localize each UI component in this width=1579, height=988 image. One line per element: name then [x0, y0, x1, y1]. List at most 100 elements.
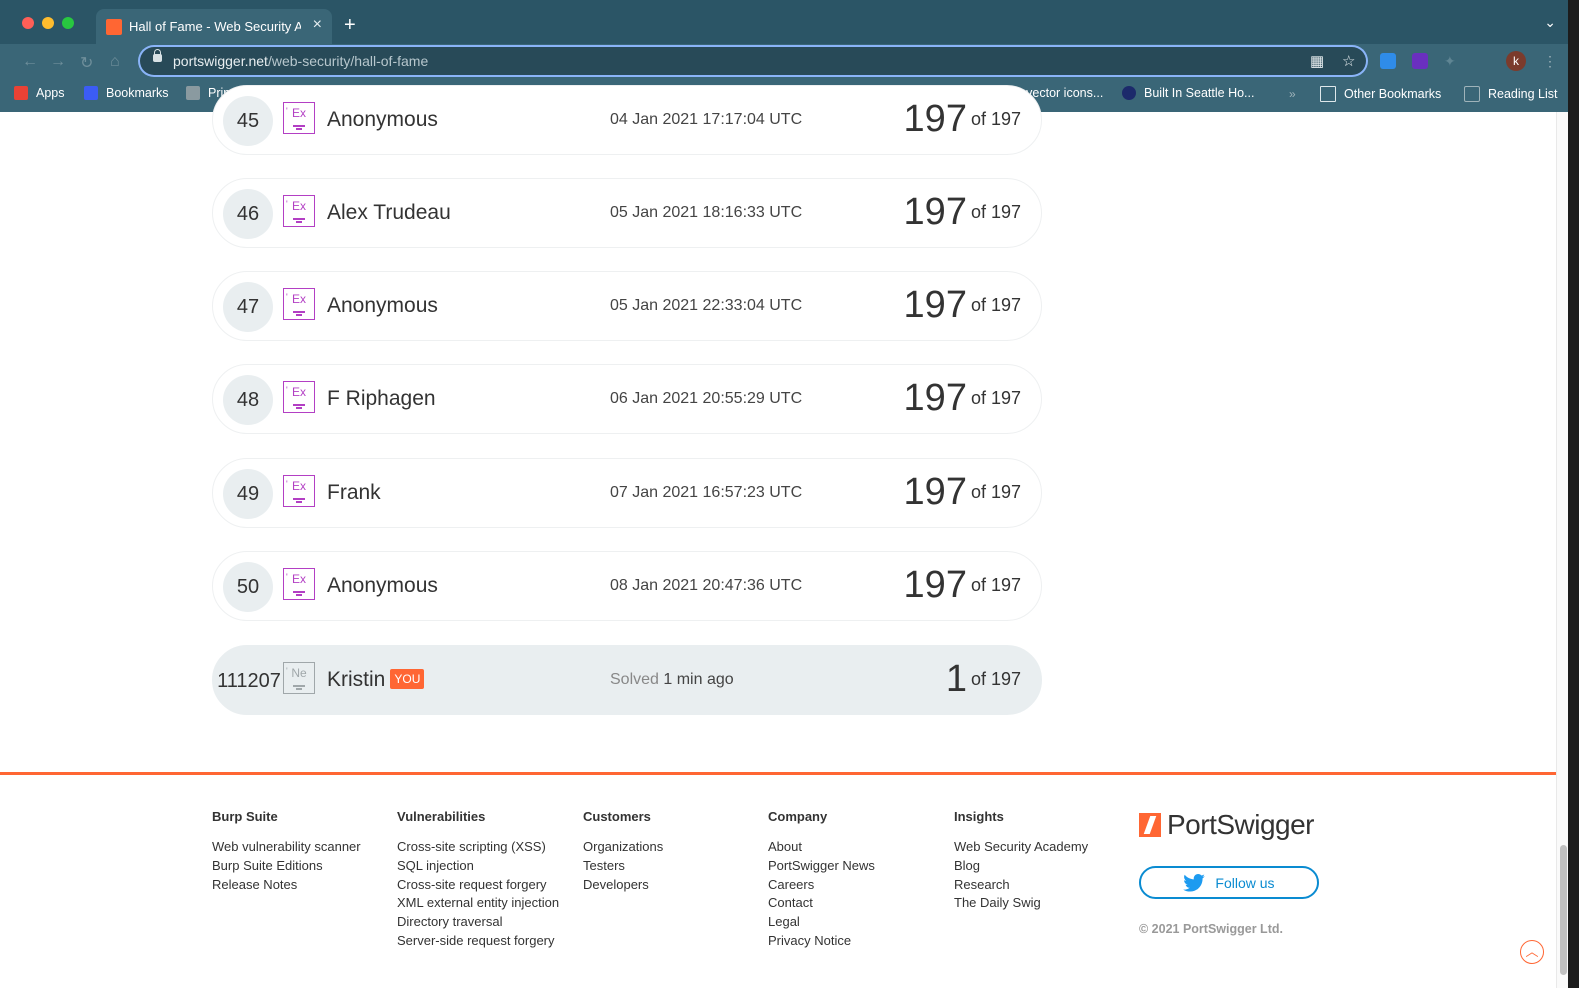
- url-host: portswigger.net: [173, 53, 268, 69]
- score: 197 of 197: [904, 284, 1021, 327]
- bookmark-label: Apps: [36, 86, 65, 100]
- expert-badge-icon: ' Ex: [283, 475, 315, 507]
- bookmark-item[interactable]: Built In Seattle Ho...: [1122, 86, 1254, 100]
- footer-link[interactable]: Privacy Notice: [768, 932, 875, 951]
- expert-badge-icon: ' Ex: [283, 195, 315, 227]
- scrollbar-thumb[interactable]: [1560, 845, 1567, 975]
- address-toolbar: ← → ↻ ⌂ portswigger.net/web-security/hal…: [0, 44, 1568, 80]
- level-badge-text: Ne: [291, 666, 307, 680]
- address-bar[interactable]: portswigger.net/web-security/hall-of-fam…: [140, 47, 1366, 75]
- new-tab-button[interactable]: +: [344, 14, 356, 37]
- reading-list-label: Reading List: [1488, 87, 1558, 101]
- score-total: of 197: [970, 295, 1021, 315]
- footer-link[interactable]: Release Notes: [212, 876, 361, 895]
- follow-label: Follow us: [1215, 874, 1275, 891]
- footer-link[interactable]: The Daily Swig: [954, 894, 1088, 913]
- footer-link[interactable]: About: [768, 838, 875, 857]
- qr-code-icon[interactable]: ▦: [1310, 52, 1324, 70]
- completion-date: 08 Jan 2021 20:47:36 UTC: [610, 577, 803, 594]
- tab-hall-of-fame[interactable]: Hall of Fame - Web Security Ac ×: [96, 9, 332, 44]
- footer-link[interactable]: Careers: [768, 876, 875, 895]
- footer-link[interactable]: Cross-site request forgery: [397, 876, 559, 895]
- twitter-follow-button[interactable]: Follow us: [1139, 866, 1319, 899]
- bookmark-item[interactable]: Apps: [14, 86, 65, 100]
- color-extension-icon[interactable]: [1412, 53, 1428, 69]
- score-total: of 197: [970, 669, 1021, 689]
- footer-column-title: Customers: [583, 809, 651, 824]
- download-extension-icon[interactable]: [1380, 53, 1396, 69]
- score-total: of 197: [970, 109, 1021, 129]
- bookmark-star-icon[interactable]: ☆: [1342, 52, 1355, 70]
- footer-link[interactable]: SQL injection: [397, 857, 559, 876]
- footer-link[interactable]: Web Security Academy: [954, 838, 1088, 857]
- scroll-to-top-icon[interactable]: ︿: [1520, 940, 1544, 964]
- puzzle-extension-icon[interactable]: ✦: [1444, 53, 1460, 69]
- apps-grid-icon: [14, 86, 28, 100]
- level-badge-text: Ex: [291, 292, 306, 306]
- footer-link[interactable]: Blog: [954, 857, 1088, 876]
- footer-link[interactable]: Directory traversal: [397, 913, 559, 932]
- reading-list[interactable]: Reading List: [1464, 86, 1558, 102]
- completion-date: 04 Jan 2021 17:17:04 UTC: [610, 111, 803, 128]
- footer-link[interactable]: Contact: [768, 894, 875, 913]
- username: Frank: [327, 481, 381, 504]
- score: 197 of 197: [904, 471, 1021, 514]
- minimize-window-button[interactable]: [42, 17, 54, 29]
- level-badge-text: Ex: [291, 572, 306, 586]
- footer-link[interactable]: Research: [954, 876, 1088, 895]
- footer-link[interactable]: Server-side request forgery: [397, 932, 559, 951]
- other-bookmarks-folder[interactable]: Other Bookmarks: [1320, 86, 1441, 102]
- tab-search-chevron-icon[interactable]: ⌄: [1544, 14, 1556, 31]
- username: Anonymous: [327, 108, 438, 131]
- footer-divider: [0, 772, 1556, 775]
- footer-link[interactable]: Burp Suite Editions: [212, 857, 361, 876]
- tab-close-icon[interactable]: ×: [313, 16, 322, 34]
- other-bookmarks-label: Other Bookmarks: [1344, 87, 1442, 101]
- portswigger-logo[interactable]: PortSwigger: [1139, 809, 1315, 841]
- forward-icon[interactable]: →: [50, 53, 66, 71]
- footer-link[interactable]: Web vulnerability scanner: [212, 838, 361, 857]
- rank: 111207: [217, 670, 281, 692]
- copyright: © 2021 PortSwigger Ltd.: [1139, 922, 1283, 936]
- solved-time-value: 1 min ago: [663, 671, 734, 688]
- footer-column-title: Insights: [954, 809, 1004, 824]
- rank: 49: [223, 469, 273, 519]
- leaderboard-row: 49 ' Ex Frank 07 Jan 2021 16:57:23 UTC 197 of …: [212, 458, 1042, 528]
- close-window-button[interactable]: [22, 17, 34, 29]
- zoom-window-button[interactable]: [62, 17, 74, 29]
- solved-time: Solved 1 min ago: [610, 671, 734, 689]
- expert-badge-icon: ' Ex: [283, 102, 315, 134]
- score-total: of 197: [970, 482, 1021, 502]
- lock-icon[interactable]: [153, 49, 162, 62]
- browser-menu-icon[interactable]: ⋮: [1543, 53, 1557, 70]
- profile-avatar[interactable]: k: [1506, 51, 1526, 71]
- footer-link[interactable]: Organizations: [583, 838, 663, 857]
- level-badge-icon: ' Ne: [283, 662, 315, 694]
- score-solved: 197: [903, 377, 967, 419]
- leaderboard-row: 48 ' Ex F Riphagen 06 Jan 2021 20:55:29 UTC 1…: [212, 364, 1042, 434]
- footer-link[interactable]: Legal: [768, 913, 875, 932]
- footer-link[interactable]: PortSwigger News: [768, 857, 875, 876]
- home-icon[interactable]: ⌂: [110, 53, 120, 71]
- rank: 45: [223, 96, 273, 146]
- you-badge: YOU: [390, 669, 425, 689]
- level-badge-text: Ex: [291, 385, 306, 399]
- footer-link[interactable]: Developers: [583, 876, 663, 895]
- reload-icon[interactable]: ↻: [80, 53, 93, 73]
- rank: 48: [223, 375, 273, 425]
- footer-link[interactable]: Testers: [583, 857, 663, 876]
- footer-link[interactable]: XML external entity injection: [397, 894, 559, 913]
- brand-name: PortSwigger: [1167, 809, 1315, 840]
- level-badge-text: Ex: [291, 199, 306, 213]
- window-edge: [1568, 0, 1579, 988]
- more-bookmarks-chevron-icon[interactable]: »: [1289, 87, 1296, 101]
- username: Anonymous: [327, 574, 438, 597]
- score-solved: 1: [945, 658, 967, 700]
- completion-date: 07 Jan 2021 16:57:23 UTC: [610, 484, 803, 501]
- url-text[interactable]: portswigger.net/web-security/hall-of-fam…: [173, 53, 428, 69]
- bookmark-item[interactable]: Bookmarks: [84, 86, 169, 100]
- extension-placeholder-icon[interactable]: [1474, 53, 1490, 69]
- back-icon[interactable]: ←: [22, 53, 38, 71]
- footer-link[interactable]: Cross-site scripting (XSS): [397, 838, 559, 857]
- score-solved: 197: [903, 191, 967, 233]
